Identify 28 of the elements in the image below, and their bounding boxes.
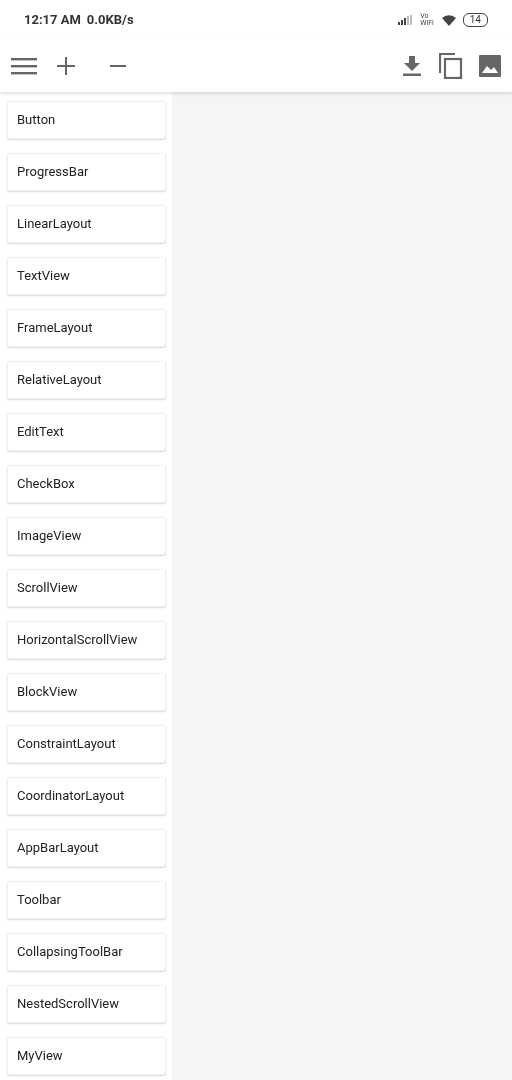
signal-icon bbox=[398, 15, 415, 25]
widget-item[interactable]: LinearLayout bbox=[7, 205, 166, 243]
widget-item[interactable]: ConstraintLayout bbox=[7, 725, 166, 763]
widget-item[interactable]: NestedScrollView bbox=[7, 985, 166, 1023]
wifi-icon bbox=[441, 14, 456, 26]
widget-item[interactable]: BlockView bbox=[7, 673, 166, 711]
widget-item[interactable]: ImageView bbox=[7, 517, 166, 555]
widget-item[interactable]: TextView bbox=[7, 257, 166, 295]
plus-icon[interactable] bbox=[54, 54, 78, 78]
widget-item[interactable]: HorizontalScrollView bbox=[7, 621, 166, 659]
widget-item[interactable]: CoordinatorLayout bbox=[7, 777, 166, 815]
battery-indicator: 14 bbox=[462, 13, 488, 27]
copy-icon[interactable] bbox=[438, 52, 464, 80]
status-time: 12:17 AM bbox=[24, 11, 81, 30]
widget-item[interactable]: RelativeLayout bbox=[7, 361, 166, 399]
widget-item[interactable]: MyView bbox=[7, 1037, 166, 1075]
widget-item[interactable]: ProgressBar bbox=[7, 153, 166, 191]
widget-item[interactable]: CollapsingToolBar bbox=[7, 933, 166, 971]
widget-item[interactable]: AppBarLayout bbox=[7, 829, 166, 867]
widget-item[interactable]: EditText bbox=[7, 413, 166, 451]
widget-item[interactable]: ScrollView bbox=[7, 569, 166, 607]
download-icon[interactable] bbox=[400, 54, 424, 78]
widget-item[interactable]: Button bbox=[7, 101, 166, 139]
image-icon[interactable] bbox=[478, 54, 502, 78]
widget-item[interactable]: Toolbar bbox=[7, 881, 166, 919]
widget-item[interactable]: CheckBox bbox=[7, 465, 166, 503]
network-speed: 0.0KB/s bbox=[86, 11, 134, 30]
widget-item[interactable]: FrameLayout bbox=[7, 309, 166, 347]
